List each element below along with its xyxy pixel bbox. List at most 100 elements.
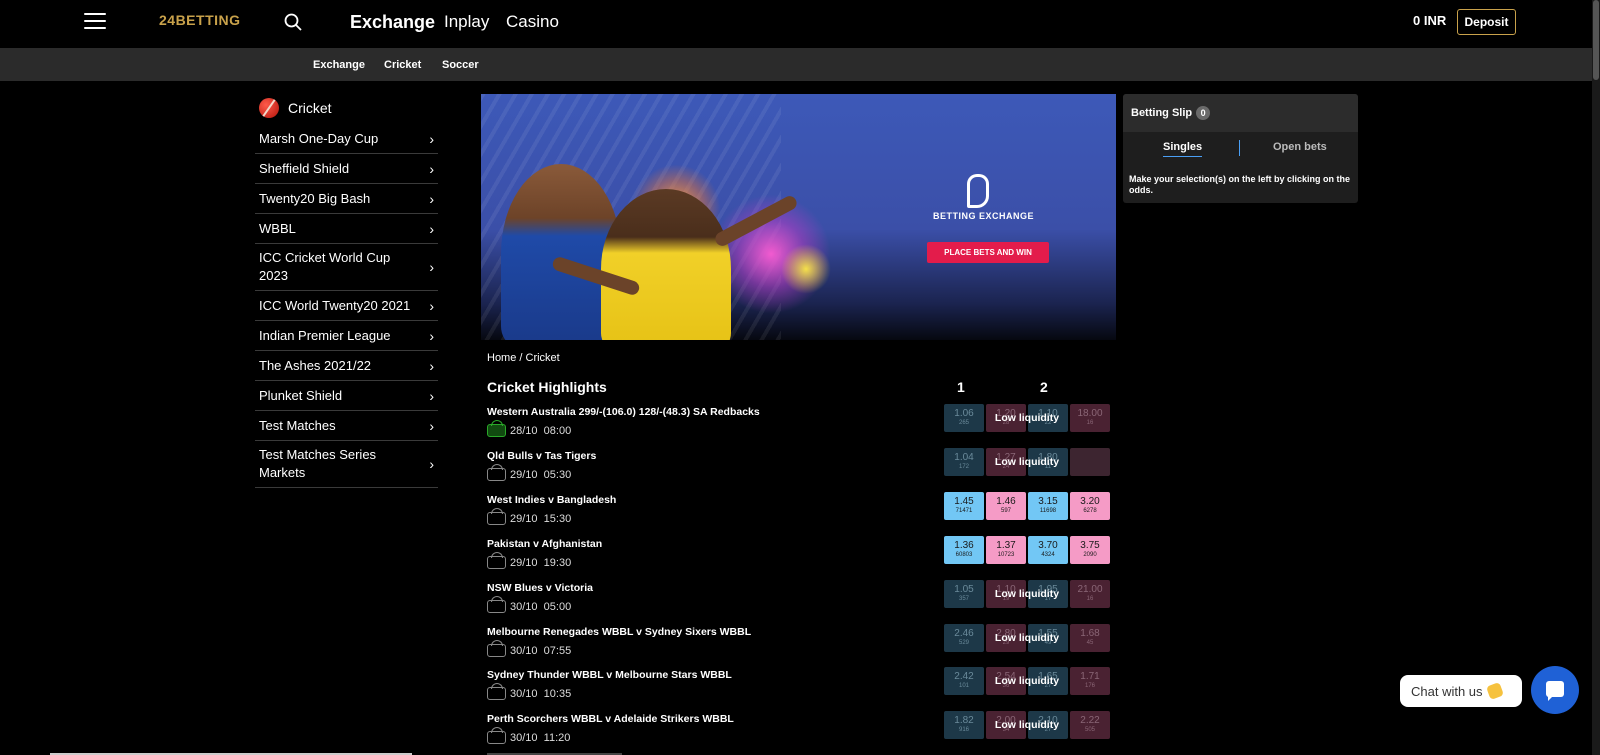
match-row[interactable]: Pakistan v Afghanistan 29/10 19:30 1.36 608… — [487, 536, 1110, 582]
place-bets-button[interactable]: PLACE BETS AND WIN — [927, 242, 1049, 263]
odds-price[interactable]: 2.42 — [944, 671, 984, 682]
lay-odds-button[interactable]: 1.37 10723 — [986, 536, 1026, 564]
sidebar-item-label[interactable]: Test Matches Series Markets — [259, 446, 419, 482]
back-odds-button[interactable]: 2.46 529 — [944, 624, 984, 652]
sidebar-item[interactable]: Sheffield Shield › — [255, 154, 438, 184]
match-name[interactable]: West Indies v Bangladesh — [487, 494, 616, 506]
back-odds-button[interactable]: 3.70 4324 — [1028, 536, 1068, 564]
odds-price[interactable]: 1.68 — [1070, 628, 1110, 639]
odds-price[interactable]: 1.04 — [944, 452, 984, 463]
promo-banner[interactable]: BETTING EXCHANGE PLACE BETS AND WIN — [481, 94, 1116, 340]
odds-size[interactable]: 101 — [944, 682, 984, 690]
odds-size[interactable]: 60803 — [944, 551, 984, 559]
sidebar-item-label[interactable]: ICC World Twenty20 2021 — [259, 297, 419, 315]
match-row[interactable]: Melbourne Renegades WBBL v Sydney Sixers… — [487, 624, 1110, 670]
sidebar-item-label[interactable]: Marsh One-Day Cup — [259, 130, 419, 148]
subnav-cricket[interactable]: Cricket — [384, 59, 421, 71]
chat-label[interactable]: Chat with us — [1411, 684, 1483, 699]
sidebar-item[interactable]: ICC Cricket World Cup 2023 › — [255, 244, 438, 291]
odds-size[interactable]: 16 — [1070, 595, 1110, 603]
odds-price[interactable]: 1.37 — [986, 540, 1026, 551]
match-name[interactable]: NSW Blues v Victoria — [487, 582, 593, 594]
back-odds-button[interactable]: 1.04 172 — [944, 448, 984, 476]
match-name[interactable]: Sydney Thunder WBBL v Melbourne Stars WB… — [487, 669, 732, 681]
lay-odds-button[interactable]: 3.75 2090 — [1070, 536, 1110, 564]
odds-price[interactable]: 21.00 — [1070, 584, 1110, 595]
match-row[interactable]: NSW Blues v Victoria 30/10 05:00 1.05 357 1.… — [487, 580, 1110, 626]
odds-size[interactable]: 265 — [944, 419, 984, 427]
match-row[interactable]: Qld Bulls v Tas Tigers 29/10 05:30 1.04 172… — [487, 448, 1110, 494]
odds-size[interactable]: 6278 — [1070, 507, 1110, 515]
breadcrumb-text[interactable]: Home / Cricket — [487, 352, 560, 364]
back-odds-button[interactable]: 1.45 71471 — [944, 492, 984, 520]
match-name[interactable]: Melbourne Renegades WBBL v Sydney Sixers… — [487, 626, 751, 638]
odds-size[interactable]: 10723 — [986, 551, 1026, 559]
odds-price[interactable]: 1.05 — [944, 584, 984, 595]
nav-exchange[interactable]: Exchange — [350, 12, 435, 33]
odds-size[interactable]: 71471 — [944, 507, 984, 515]
sidebar-item[interactable]: ICC World Twenty20 2021 › — [255, 291, 438, 321]
odds-price[interactable]: 1.45 — [944, 496, 984, 507]
back-odds-button[interactable]: 1.06 265 — [944, 404, 984, 432]
lay-odds-button[interactable]: 3.20 6278 — [1070, 492, 1110, 520]
odds-size[interactable]: 597 — [986, 507, 1026, 515]
odds-price[interactable]: 3.70 — [1028, 540, 1068, 551]
odds-price[interactable]: 3.20 — [1070, 496, 1110, 507]
tab-open-bets[interactable]: Open bets — [1273, 141, 1327, 153]
search-icon[interactable] — [284, 13, 302, 31]
odds-price[interactable]: 1.46 — [986, 496, 1026, 507]
back-odds-button[interactable]: 2.42 101 — [944, 667, 984, 695]
odds-size[interactable]: 529 — [944, 639, 984, 647]
menu-icon[interactable] — [84, 13, 106, 31]
sidebar-item-label[interactable]: Test Matches — [259, 417, 419, 435]
sidebar-item[interactable]: Indian Premier League › — [255, 321, 438, 351]
odds-price[interactable]: 3.15 — [1028, 496, 1068, 507]
match-name[interactable]: Qld Bulls v Tas Tigers — [487, 450, 596, 462]
sidebar-item-label[interactable]: Sheffield Shield — [259, 160, 419, 178]
chat-with-us-pill[interactable]: Chat with us — [1400, 675, 1522, 707]
subnav-soccer[interactable]: Soccer — [442, 59, 479, 71]
odds-price[interactable]: 18.00 — [1070, 408, 1110, 419]
sidebar-item-label[interactable]: WBBL — [259, 220, 419, 238]
match-row[interactable]: Perth Scorchers WBBL v Adelaide Strikers… — [487, 711, 1110, 755]
odds-price[interactable]: 1.82 — [944, 715, 984, 726]
lay-odds-button[interactable]: 1.71 176 — [1070, 667, 1110, 695]
odds-price[interactable]: 3.75 — [1070, 540, 1110, 551]
sidebar-item[interactable]: Twenty20 Big Bash › — [255, 184, 438, 214]
lay-odds-button[interactable]: 21.00 16 — [1070, 580, 1110, 608]
sidebar-item[interactable]: WBBL › — [255, 214, 438, 244]
odds-price[interactable]: 2.46 — [944, 628, 984, 639]
match-row[interactable]: West Indies v Bangladesh 29/10 15:30 1.45 7… — [487, 492, 1110, 538]
sidebar-item[interactable]: The Ashes 2021/22 › — [255, 351, 438, 381]
odds-size[interactable]: 357 — [944, 595, 984, 603]
odds-price[interactable]: 2.22 — [1070, 715, 1110, 726]
lay-odds-button[interactable]: 2.22 505 — [1070, 711, 1110, 739]
odds-price[interactable]: 1.06 — [944, 408, 984, 419]
match-row[interactable]: Western Australia 299/-(106.0) 128/-(48.… — [487, 404, 1110, 450]
deposit-button[interactable]: Deposit — [1457, 9, 1516, 35]
sidebar-item[interactable]: Plunket Shield › — [255, 381, 438, 411]
sidebar-item-label[interactable]: Indian Premier League — [259, 327, 419, 345]
breadcrumb[interactable]: Home / Cricket — [487, 352, 560, 364]
nav-inplay[interactable]: Inplay — [444, 12, 489, 32]
match-name[interactable]: Pakistan v Afghanistan — [487, 538, 602, 550]
match-name[interactable]: Western Australia 299/-(106.0) 128/-(48.… — [487, 406, 760, 418]
odds-size[interactable]: 2090 — [1070, 551, 1110, 559]
sidebar-item-label[interactable]: Plunket Shield — [259, 387, 419, 405]
lay-odds-button[interactable]: 18.00 16 — [1070, 404, 1110, 432]
tab-singles[interactable]: Singles — [1163, 141, 1203, 157]
match-name[interactable]: Perth Scorchers WBBL v Adelaide Strikers… — [487, 713, 734, 725]
sidebar-item-label[interactable]: Twenty20 Big Bash — [259, 190, 419, 208]
page-scrollbar[interactable] — [1592, 0, 1600, 755]
chat-launcher-button[interactable] — [1531, 666, 1579, 714]
site-logo[interactable]: 24BETTING — [159, 12, 241, 28]
odds-size[interactable]: 505 — [1070, 726, 1110, 734]
sidebar-item[interactable]: Test Matches Series Markets › — [255, 441, 438, 488]
odds-size[interactable]: 16 — [1070, 419, 1110, 427]
back-odds-button[interactable]: 3.15 11698 — [1028, 492, 1068, 520]
lay-odds-button[interactable] — [1070, 448, 1110, 476]
sidebar-item-label[interactable]: The Ashes 2021/22 — [259, 357, 419, 375]
sidebar-item-label[interactable]: ICC Cricket World Cup 2023 — [259, 249, 419, 285]
sidebar-item[interactable]: Marsh One-Day Cup › — [255, 124, 438, 154]
lay-odds-button[interactable]: 1.68 45 — [1070, 624, 1110, 652]
